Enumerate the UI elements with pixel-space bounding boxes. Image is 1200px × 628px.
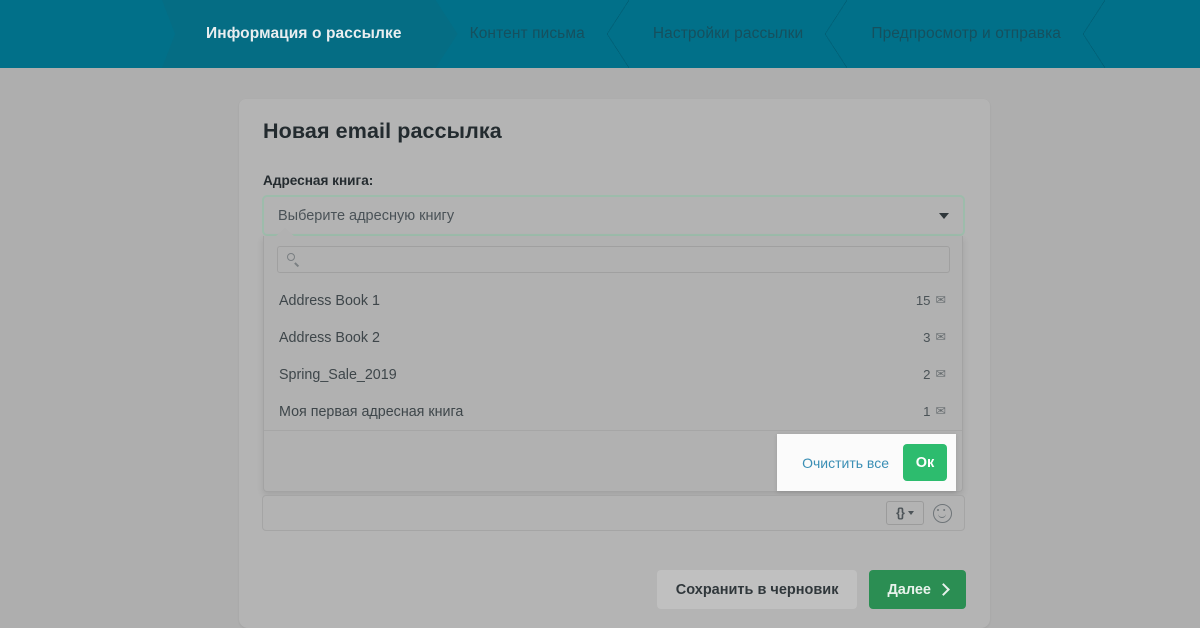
list-item[interactable]: Address Book 1 15 ✉ — [264, 282, 962, 319]
chevron-down-icon — [939, 212, 949, 219]
next-button[interactable]: Далее — [869, 570, 966, 609]
smiley-icon[interactable] — [933, 503, 952, 523]
envelope-icon: ✉ — [935, 293, 946, 308]
option-name: Address Book 1 — [279, 292, 380, 309]
list-item[interactable]: Моя первая адресная книга 1 ✉ — [264, 393, 962, 430]
next-button-label: Далее — [887, 581, 931, 598]
tab-email-content-label: Контент письма — [469, 25, 585, 42]
address-book-select[interactable]: Выберите адресную книгу — [262, 195, 965, 236]
wizard-step-bar: Информация о рассылке Контент письма Нас… — [0, 0, 1200, 68]
option-count: 3 — [923, 330, 931, 345]
tab-email-content[interactable]: Контент письма — [436, 0, 630, 68]
option-name: Моя первая адресная книга — [279, 403, 464, 420]
address-book-select-placeholder: Выберите адресную книгу — [278, 207, 455, 224]
chevron-right-icon — [937, 582, 950, 596]
tab-campaign-info[interactable]: Информация о рассылке — [172, 0, 436, 68]
new-campaign-card: Новая email рассылка Адресная книга: Выб… — [239, 99, 990, 628]
tab-preview-send-label: Предпросмотр и отправка — [871, 25, 1062, 42]
card-action-bar: Сохранить в черновик Далее — [656, 570, 966, 609]
curly-braces-icon: {} — [896, 506, 905, 520]
dropdown-search-input[interactable] — [300, 248, 949, 271]
dropdown-divider — [264, 430, 962, 431]
envelope-icon: ✉ — [935, 404, 946, 419]
dropdown-arrow-icon — [276, 228, 294, 236]
envelope-icon: ✉ — [935, 330, 946, 345]
subject-input[interactable] — [263, 498, 886, 528]
wizard-left-spacer — [0, 0, 172, 68]
save-draft-button[interactable]: Сохранить в черновик — [656, 570, 858, 609]
tab-campaign-settings[interactable]: Настройки рассылки — [619, 0, 848, 68]
tab-campaign-settings-label: Настройки рассылки — [652, 25, 804, 42]
subject-field-wrapper: {} — [262, 495, 965, 531]
option-count: 15 — [915, 293, 931, 308]
envelope-icon: ✉ — [935, 367, 946, 382]
clear-all-link[interactable]: Очистить все — [802, 455, 889, 471]
ok-button[interactable]: Ок — [903, 444, 947, 481]
address-book-label: Адресная книга: — [263, 173, 374, 188]
dropdown-footer: Очистить все Ок — [777, 434, 956, 491]
page-body: Новая email рассылка Адресная книга: Выб… — [0, 68, 1200, 628]
option-count: 1 — [923, 404, 931, 419]
option-name: Spring_Sale_2019 — [279, 366, 397, 383]
option-name: Address Book 2 — [279, 329, 380, 346]
tab-campaign-info-label: Информация о рассылке — [206, 25, 402, 42]
merge-tag-button[interactable]: {} — [886, 501, 924, 525]
address-book-option-list: Address Book 1 15 ✉ Address Book 2 3 ✉ S… — [264, 282, 962, 430]
option-count: 2 — [923, 367, 931, 382]
search-icon — [287, 253, 300, 266]
tab-preview-send[interactable]: Предпросмотр и отправка — [837, 0, 1105, 68]
address-book-dropdown: Address Book 1 15 ✉ Address Book 2 3 ✉ S… — [263, 228, 963, 492]
chevron-down-icon — [907, 511, 914, 515]
list-item[interactable]: Address Book 2 3 ✉ — [264, 319, 962, 356]
dropdown-search-row[interactable] — [277, 246, 950, 273]
list-item[interactable]: Spring_Sale_2019 2 ✉ — [264, 356, 962, 393]
page-title: Новая email рассылка — [263, 119, 502, 143]
